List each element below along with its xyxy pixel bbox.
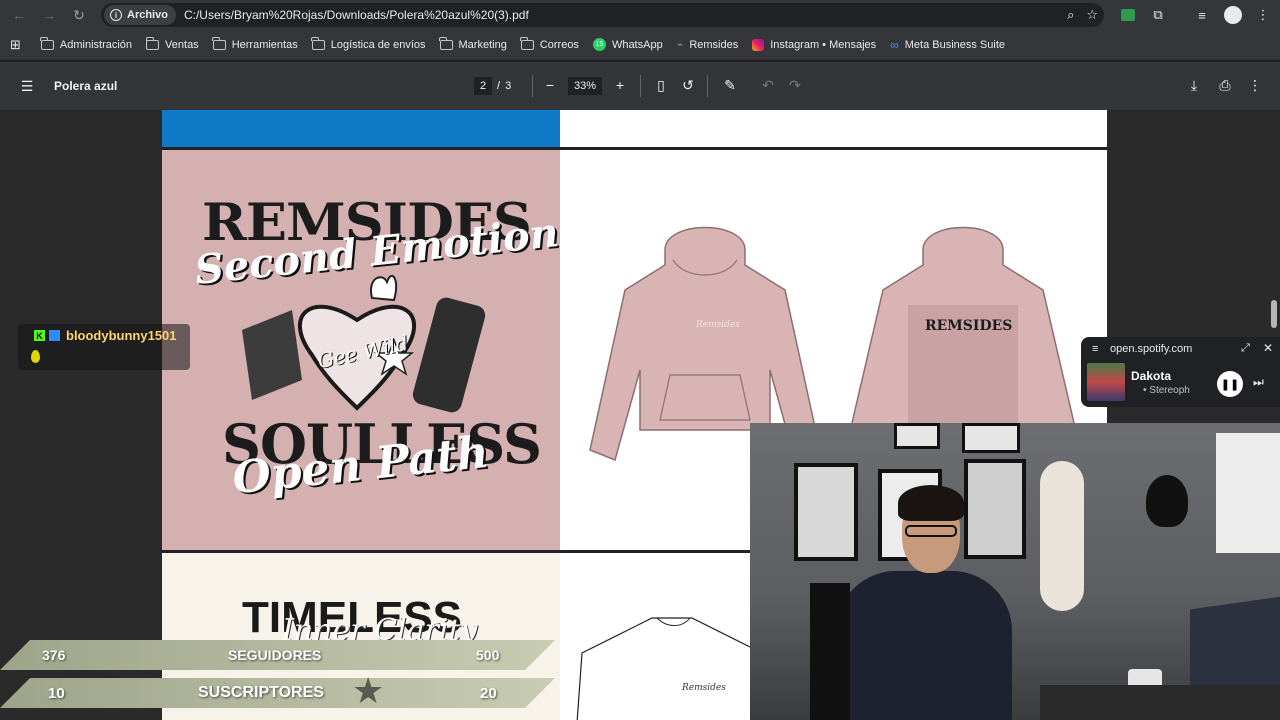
bookmark-administracion[interactable]: Administración	[40, 36, 132, 51]
undo-icon[interactable]: ↶	[755, 77, 781, 94]
bookmark-meta[interactable]: ∞ Meta Business Suite	[890, 38, 1005, 52]
kick-icon: K	[34, 330, 45, 341]
spotify-media-icon: ≡	[1092, 343, 1099, 355]
close-icon[interactable]: ✕	[1263, 341, 1273, 355]
sweater-mockup	[576, 617, 768, 720]
zoom-in-icon[interactable]: +	[607, 77, 633, 93]
annotate-icon[interactable]: ✎	[717, 77, 743, 94]
instagram-icon	[752, 38, 765, 51]
spotify-domain: open.spotify.com	[1110, 343, 1193, 355]
person-hair	[898, 485, 964, 521]
media-control-icon[interactable]: ≡	[1189, 0, 1215, 30]
bookmark-whatsapp[interactable]: 15 WhatsApp	[592, 38, 663, 51]
meta-icon: ∞	[890, 37, 899, 52]
folder-icon	[520, 36, 534, 50]
zoom-level[interactable]: 33%	[568, 77, 602, 95]
wall-sketches	[1216, 433, 1280, 553]
page-separator: /	[497, 80, 501, 92]
bookmark-instagram[interactable]: Instagram • Mensajes	[752, 38, 876, 51]
folder-icon	[212, 36, 226, 50]
pause-button[interactable]: ❚❚	[1217, 371, 1243, 397]
bookmark-correos[interactable]: Correos	[520, 36, 579, 51]
profile-avatar[interactable]	[1220, 0, 1246, 30]
whatsapp-icon: 15	[592, 38, 606, 51]
pdf-title: Polera azul	[54, 79, 118, 93]
next-track-button[interactable]: ⏭	[1253, 375, 1264, 390]
poster-frame	[962, 423, 1020, 453]
bookmark-marketing[interactable]: Marketing	[439, 36, 507, 51]
followers-goal: 500	[476, 647, 500, 663]
expand-icon[interactable]: ⤢	[1241, 342, 1250, 355]
star-emblem-icon: ★	[352, 670, 385, 711]
album-art	[1087, 363, 1125, 401]
bookmark-herramientas[interactable]: Herramientas	[212, 36, 298, 51]
bookmark-ventas[interactable]: Ventas	[145, 36, 199, 51]
subscribers-current: 10	[48, 685, 65, 702]
artwork-panel: REMSIDES Second Emotion Gee Wild SOULLES…	[162, 150, 560, 550]
reload-button[interactable]: ↻	[64, 0, 94, 30]
fit-page-icon[interactable]: ▯	[648, 77, 674, 94]
rotate-icon[interactable]: ↺	[675, 77, 701, 94]
bookmark-star-icon[interactable]: ☆	[1086, 7, 1098, 23]
address-bar[interactable]: i Archivo C:/Users/Bryam%20Rojas/Downloa…	[101, 3, 1104, 27]
bookmarks-bar: ⊞ Administración Ventas Herramientas Log…	[0, 30, 1280, 60]
track-artist: • Stereoph	[1143, 385, 1190, 396]
followers-current: 376	[42, 647, 66, 663]
chair	[810, 583, 850, 720]
subscribers-goal: 20	[480, 685, 497, 702]
folder-icon	[311, 36, 325, 50]
back-button[interactable]: ←	[4, 0, 34, 30]
person-shirt	[836, 571, 1012, 720]
folder-icon	[145, 36, 160, 50]
blue-header-block	[162, 110, 560, 147]
redo-icon[interactable]: ↷	[782, 77, 808, 94]
poster-frame	[794, 463, 858, 561]
subscribers-label: SUSCRIPTORES	[198, 684, 324, 701]
folder-icon	[439, 36, 453, 50]
more-options-icon[interactable]: ⋮	[1242, 77, 1268, 94]
person-glasses	[905, 525, 957, 537]
remsides-icon: ⌁	[676, 39, 684, 51]
page-number-input[interactable]: 2	[474, 77, 492, 95]
info-icon: i	[110, 9, 122, 21]
bookmark-remsides[interactable]: ⌁ Remsides	[676, 38, 739, 52]
apps-grid-icon[interactable]: ⊞	[10, 37, 21, 53]
folder-icon	[40, 36, 54, 50]
download-icon[interactable]: ⤓	[1181, 77, 1207, 94]
zoom-search-icon[interactable]: ⌕	[1067, 7, 1074, 23]
poster-frame	[894, 423, 940, 449]
page-total: 3	[505, 80, 512, 92]
menu-icon[interactable]: ⋮	[1250, 0, 1276, 30]
followers-label: SEGUIDORES	[228, 647, 322, 663]
badge-icon	[49, 330, 60, 341]
sweater-chest-logo: Remsides	[682, 683, 726, 693]
print-icon[interactable]: ⎙	[1212, 77, 1238, 94]
pdf-toolbar: ☰ Polera azul 2 / 3 − 33% + ▯ ↺ ✎ ↶ ↷ ⤓ …	[0, 62, 1280, 110]
site-info-chip[interactable]: i Archivo	[104, 5, 176, 25]
browser-toolbar: ← → ↻ i Archivo C:/Users/Bryam%20Rojas/D…	[0, 0, 1280, 30]
scrollbar-thumb[interactable]	[1271, 300, 1277, 328]
drop-emote-icon	[31, 350, 40, 363]
chat-username: bloodybunny1501	[66, 328, 177, 343]
webcam-overlay	[750, 423, 1280, 720]
hoodie-back-print: REMSIDES	[925, 318, 1013, 334]
pdf-page-header	[162, 110, 1107, 147]
extension-icon[interactable]	[1115, 0, 1141, 30]
zoom-out-icon[interactable]: −	[537, 77, 563, 93]
cap	[1146, 475, 1188, 527]
puzzle-icon[interactable]: ⧉	[1145, 0, 1171, 30]
bookmark-logistica[interactable]: Logística de envíos	[311, 36, 426, 51]
desk	[1040, 685, 1280, 720]
hoodie-chest-logo: Remsides	[696, 320, 740, 330]
skateboard	[1040, 461, 1084, 611]
url-text[interactable]: C:/Users/Bryam%20Rojas/Downloads/Polera%…	[184, 8, 529, 22]
hamburger-menu-icon[interactable]: ☰	[14, 78, 40, 95]
forward-button[interactable]: →	[34, 0, 64, 30]
stream-chat-message: K bloodybunny1501	[18, 324, 190, 370]
track-title: Dakota	[1131, 369, 1172, 383]
poster-frame	[964, 459, 1026, 559]
spotify-mini-player[interactable]: ≡ open.spotify.com ⤢ ✕ Dakota • Stereoph…	[1081, 337, 1280, 407]
address-chip-label: Archivo	[127, 9, 168, 21]
